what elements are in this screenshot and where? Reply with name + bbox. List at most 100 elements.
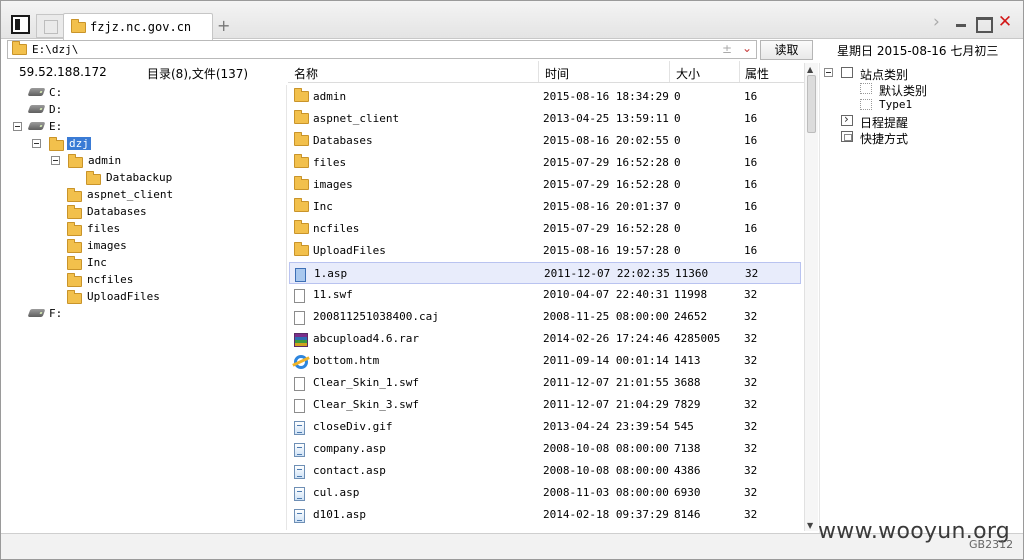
scroll-up-icon[interactable]: ▲ <box>807 65 813 74</box>
tab-site[interactable]: fzjz.nc.gov.cn <box>63 13 213 40</box>
tree-item-drive-d[interactable]: D: <box>27 102 87 118</box>
file-time: 2011-09-14 00:01:14 <box>543 354 669 367</box>
file-row[interactable]: bottom.htm 2011-09-14 00:01:14 1413 32 <box>289 350 801 372</box>
file-name: Inc <box>313 200 333 213</box>
folder-icon <box>294 220 309 234</box>
file-row[interactable]: files 2015-07-29 16:52:28 0 16 <box>289 152 801 174</box>
close-icon[interactable]: ✕ <box>997 14 1013 31</box>
column-header-time[interactable]: 时间 <box>545 65 569 82</box>
file-size: 0 <box>674 112 681 125</box>
type1-node[interactable]: Type1 <box>860 97 970 113</box>
file-attr: 32 <box>744 464 758 477</box>
file-row[interactable]: aspnet_client 2013-04-25 13:59:11 0 16 <box>289 108 801 130</box>
column-divider <box>739 61 740 83</box>
tree-item-drive-f[interactable]: F: <box>27 306 87 322</box>
encoding-label[interactable]: GB2312 <box>969 538 1013 551</box>
file-row[interactable]: images 2015-07-29 16:52:28 0 16 <box>289 174 801 196</box>
folder-icon <box>294 176 309 190</box>
file-row-selected[interactable]: 1.asp 2011-12-07 22:02:35 11360 32 <box>289 262 801 284</box>
tree-item-folder[interactable]: Inc <box>67 255 187 271</box>
tree-item-folder[interactable]: files <box>67 221 187 237</box>
column-header-name[interactable]: 名称 <box>294 65 318 82</box>
file-size: 0 <box>674 156 681 169</box>
blank-tab[interactable] <box>36 14 64 38</box>
collapse-icon[interactable] <box>32 139 41 148</box>
tree-item-folder[interactable]: ncfiles <box>67 272 187 288</box>
tree-item-admin[interactable]: admin <box>51 153 141 169</box>
file-row[interactable]: d101.asp 2014-02-18 09:37:29 8146 32 <box>289 504 801 526</box>
file-time: 2008-10-08 08:00:00 <box>543 442 669 455</box>
new-tab-plus-icon[interactable]: + <box>217 16 230 35</box>
tree-item-folder[interactable]: aspnet_client <box>67 187 187 203</box>
file-attr: 32 <box>744 354 758 367</box>
folder-icon <box>68 154 83 168</box>
collapse-icon[interactable] <box>51 156 60 165</box>
file-size: 0 <box>674 222 681 235</box>
file-row[interactable]: UploadFiles 2015-08-16 19:57:28 0 16 <box>289 240 801 262</box>
file-row[interactable]: Databases 2015-08-16 20:02:55 0 16 <box>289 130 801 152</box>
file-list-scrollbar[interactable]: ▲ ▼ <box>804 63 818 531</box>
scroll-thumb[interactable] <box>807 75 816 133</box>
file-row[interactable]: Clear_Skin_1.swf 2011-12-07 21:01:55 368… <box>289 372 801 394</box>
tree-item-folder[interactable]: Databases <box>67 204 187 220</box>
collapse-icon[interactable] <box>13 122 22 131</box>
tree-label: UploadFiles <box>87 290 160 303</box>
folder-icon <box>67 256 82 270</box>
file-time: 2014-02-18 09:37:29 <box>543 508 669 521</box>
forward-chevron-icon[interactable]: › <box>933 14 947 31</box>
read-button[interactable]: 读取 <box>760 40 813 60</box>
schedule-node[interactable]: 日程提醒 <box>841 112 951 130</box>
tree-item-folder[interactable]: UploadFiles <box>67 289 187 305</box>
tree-item-databackup[interactable]: Databackup <box>86 170 186 186</box>
file-row[interactable]: contact.asp 2008-10-08 08:00:00 4386 32 <box>289 460 801 482</box>
file-time: 2015-07-29 16:52:28 <box>543 178 669 191</box>
shortcut-node[interactable]: 快捷方式 <box>841 129 951 146</box>
file-name: bottom.htm <box>313 354 380 367</box>
file-attr: 32 <box>744 288 758 301</box>
schedule-icon <box>841 112 853 126</box>
file-row[interactable]: ncfiles 2015-07-29 16:52:28 0 16 <box>289 218 801 240</box>
category-node[interactable]: 站点类别 <box>824 65 934 82</box>
column-header-attr[interactable]: 属性 <box>745 65 769 82</box>
file-row[interactable]: Inc 2015-08-16 20:01:37 0 16 <box>289 196 801 218</box>
file-attr: 32 <box>744 420 758 433</box>
plus-minus-icon[interactable]: ± <box>722 42 732 56</box>
address-bar[interactable]: E:\dzj\ ± ⌄ <box>7 40 757 59</box>
collapse-icon[interactable] <box>824 68 833 77</box>
file-row[interactable]: admin 2015-08-16 18:34:29 0 16 <box>289 86 801 108</box>
file-attr: 16 <box>744 156 758 169</box>
file-name: admin <box>313 90 347 103</box>
chevron-down-icon[interactable]: ⌄ <box>742 41 752 55</box>
maximize-icon[interactable] <box>975 15 993 33</box>
folder-icon <box>67 222 82 236</box>
category-icon <box>860 83 872 94</box>
column-header-size[interactable]: 大小 <box>676 65 700 82</box>
file-row[interactable]: cul.asp 2008-11-03 08:00:00 6930 32 <box>289 482 801 504</box>
file-row[interactable]: closeDiv.gif 2013-04-24 23:39:54 545 32 <box>289 416 801 438</box>
rar-archive-icon <box>294 333 308 347</box>
file-row[interactable]: Clear_Skin_3.swf 2011-12-07 21:04:29 782… <box>289 394 801 416</box>
tree-item-folder[interactable]: images <box>67 238 187 254</box>
blank-file-icon <box>294 399 305 413</box>
file-row[interactable]: 200811251038400.caj 2008-11-25 08:00:00 … <box>289 306 801 328</box>
minimize-icon[interactable] <box>953 15 969 31</box>
file-row[interactable]: abcupload4.6.rar 2014-02-26 17:24:46 428… <box>289 328 801 350</box>
scroll-down-icon[interactable]: ▼ <box>807 521 813 530</box>
address-path[interactable]: E:\dzj\ <box>32 43 78 56</box>
folder-icon <box>71 19 86 33</box>
file-attr: 32 <box>744 332 758 345</box>
panel-toggle-icon[interactable] <box>11 15 30 34</box>
default-category-node[interactable]: 默认类别 <box>860 81 970 98</box>
file-row[interactable]: 11.swf 2010-04-07 22:40:31 11998 32 <box>289 284 801 306</box>
tree-item-drive-c[interactable]: C: <box>27 85 87 101</box>
tree-item-dzj[interactable]: dzj <box>32 136 102 152</box>
file-time: 2008-11-03 08:00:00 <box>543 486 669 499</box>
file-name: Clear_Skin_1.swf <box>313 376 419 389</box>
file-size: 0 <box>674 244 681 257</box>
file-row[interactable]: company.asp 2008-10-08 08:00:00 7138 32 <box>289 438 801 460</box>
file-time: 2011-12-07 21:04:29 <box>543 398 669 411</box>
drive-icon <box>27 88 46 96</box>
tree-item-drive-e[interactable]: E: <box>13 119 87 135</box>
image-file-icon <box>294 421 305 435</box>
tree-label: admin <box>88 154 122 167</box>
